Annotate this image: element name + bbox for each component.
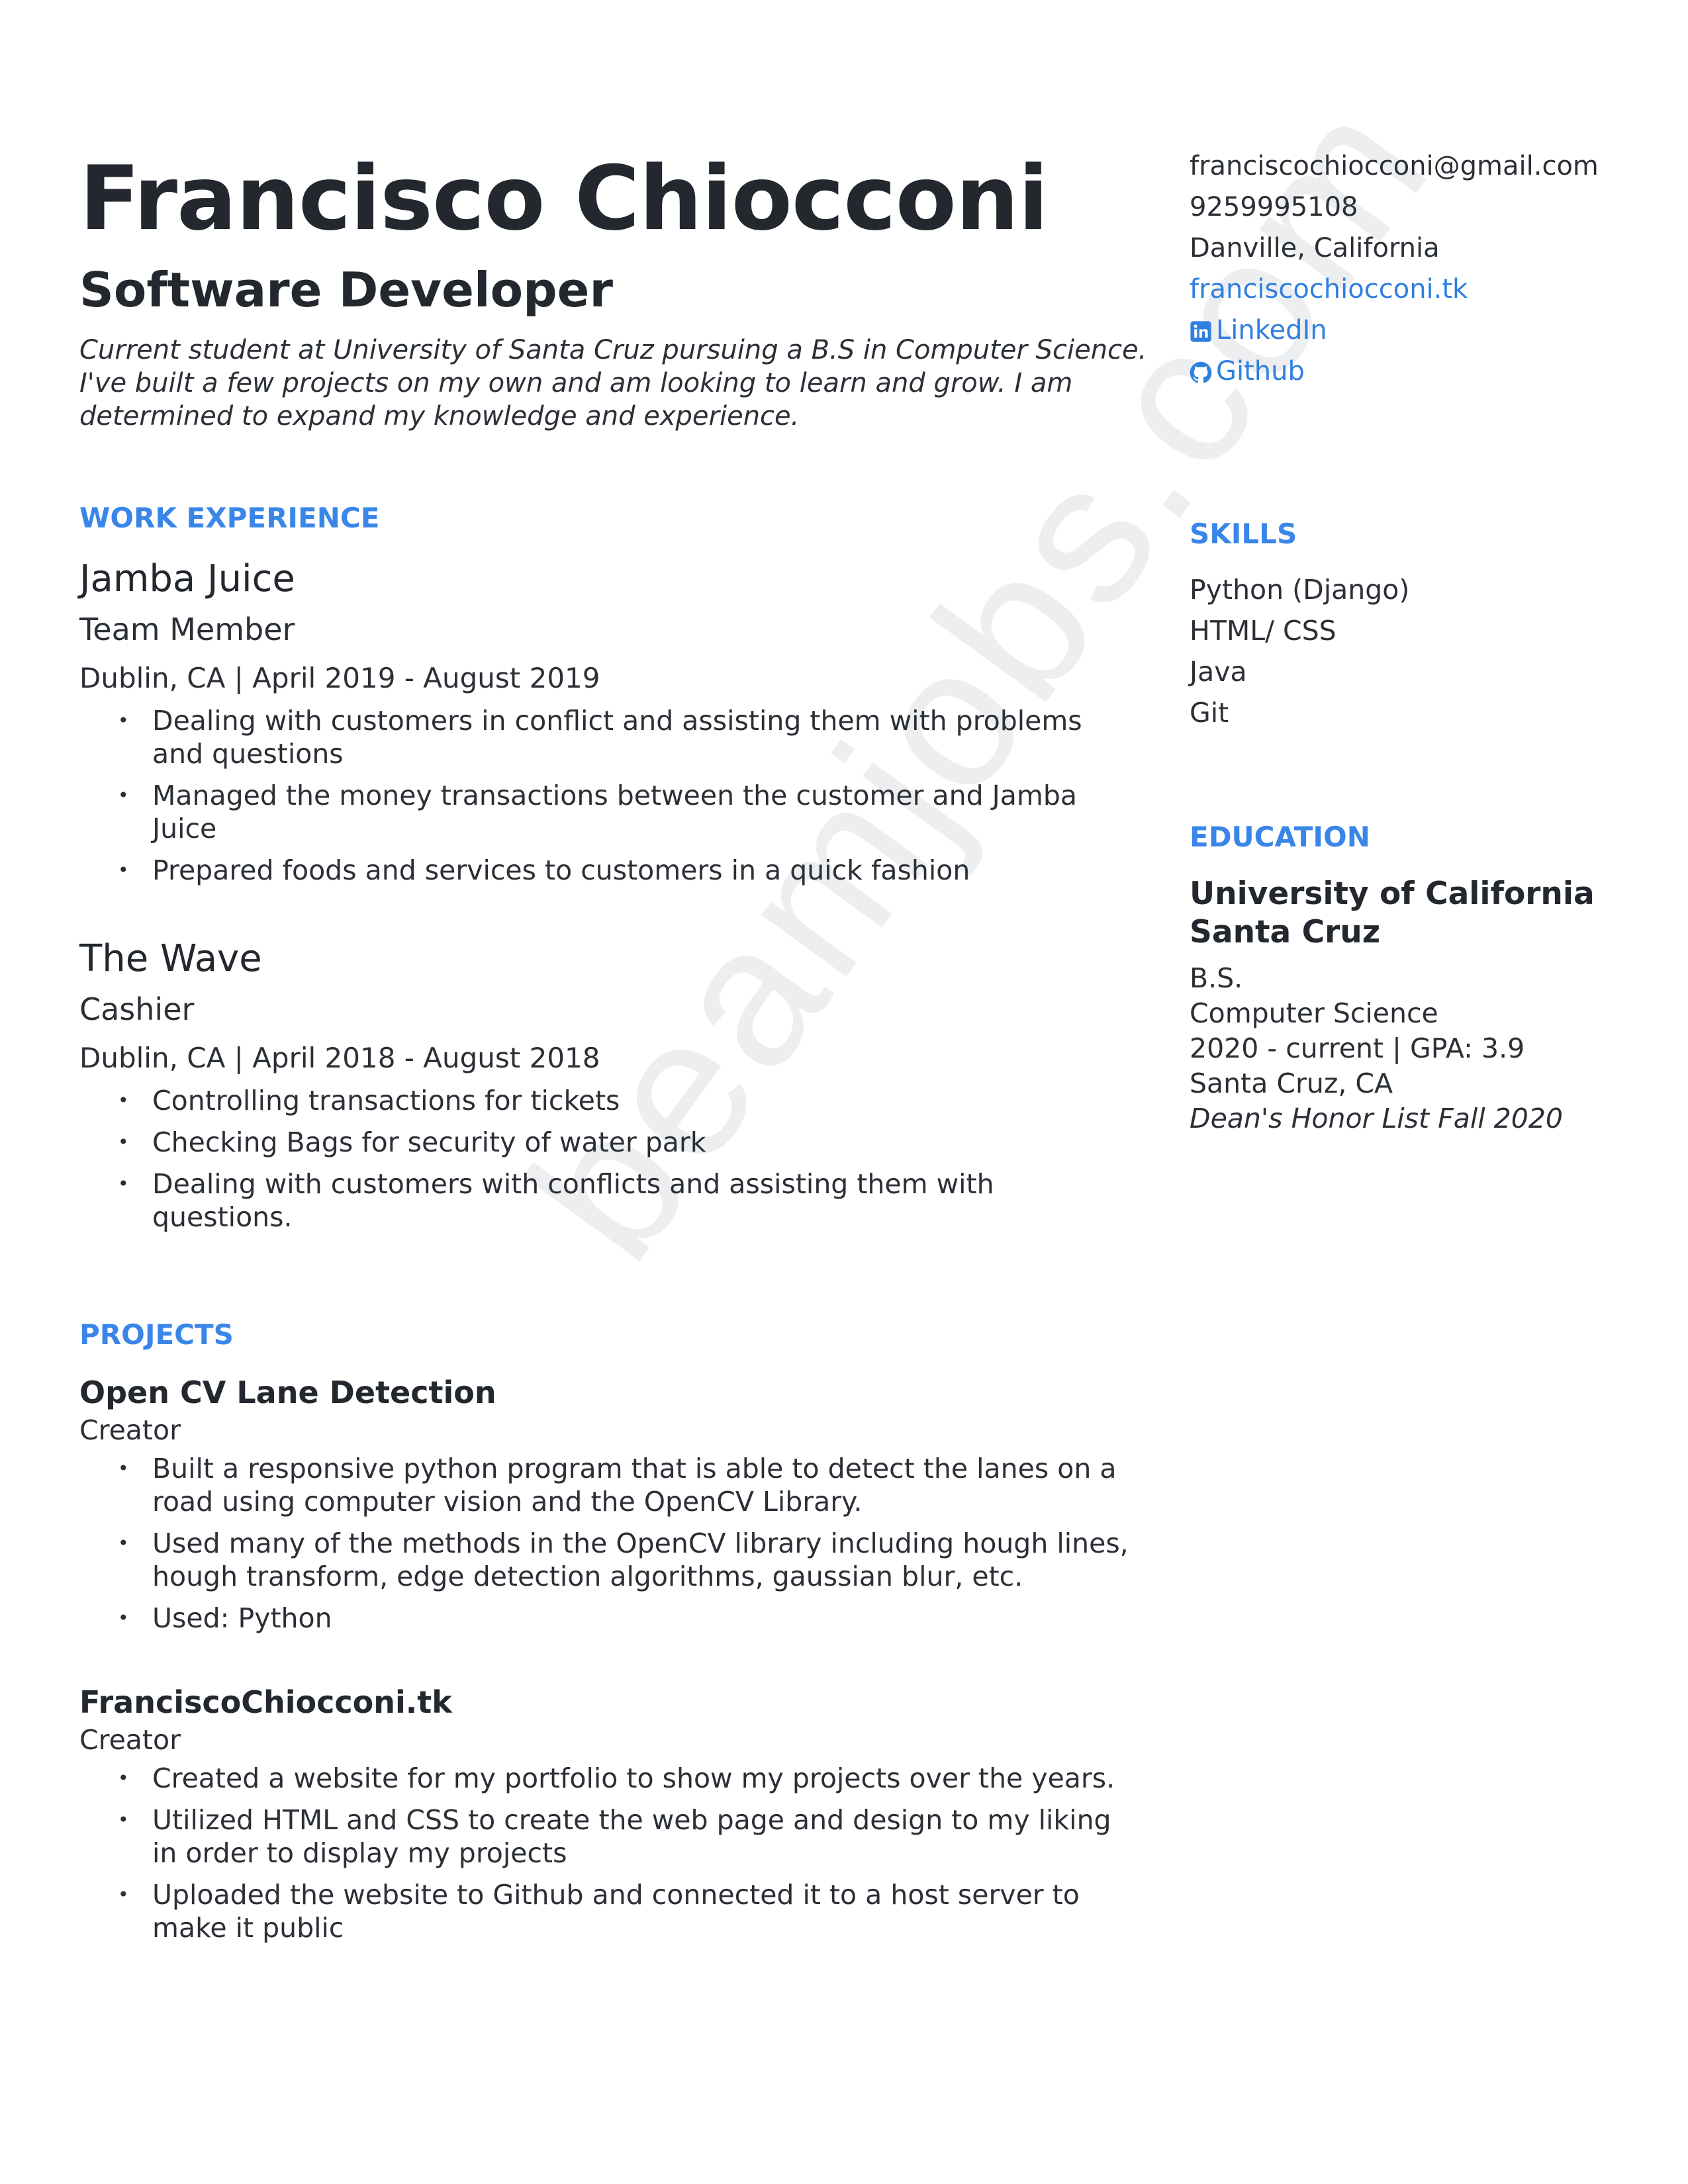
project-entry: Open CV Lane Detection Creator Built a r…	[79, 1373, 1139, 1635]
job-company: The Wave	[79, 937, 262, 980]
job-entry: Jamba Juice Team Member Dublin, CA | Apr…	[79, 556, 1139, 887]
education-school: University of California Santa Cruz	[1190, 876, 1595, 950]
education-degree: B.S.	[1190, 962, 1243, 994]
projects-heading: PROJECTS	[79, 1318, 234, 1351]
bullet-item: Created a website for my portfolio to sh…	[118, 1762, 1139, 1795]
github-icon	[1190, 361, 1212, 383]
education-heading: EDUCATION	[1190, 821, 1370, 853]
job-location-dates: Dublin, CA | April 2019 - August 2019	[79, 662, 600, 694]
resume-page: Francisco Chiocconi Software Developer C…	[0, 0, 1688, 2184]
bullet-item: Uploaded the website to Github and conne…	[118, 1878, 1139, 1944]
job-bullets: Dealing with customers in conflict and a…	[79, 704, 1139, 887]
contact-location: Danville, California	[1190, 233, 1440, 263]
project-entry: FranciscoChiocconi.tk Creator Created a …	[79, 1682, 1139, 1944]
contact-email[interactable]: franciscochiocconi@gmail.com	[1190, 146, 1599, 187]
work-experience-heading: WORK EXPERIENCE	[79, 502, 380, 534]
education-location: Santa Cruz, CA	[1190, 1068, 1393, 1099]
main-column: Francisco Chiocconi Software Developer C…	[79, 146, 1147, 1953]
job-location-dates: Dublin, CA | April 2018 - August 2018	[79, 1042, 600, 1074]
bullet-item: Prepared foods and services to customers…	[118, 854, 1139, 887]
linkedin-link[interactable]: LinkedIn	[1190, 310, 1599, 351]
education-field: Computer Science	[1190, 997, 1438, 1029]
skill-item: Java	[1190, 656, 1247, 688]
project-bullets: Created a website for my portfolio to sh…	[79, 1762, 1139, 1944]
project-title: FranciscoChiocconi.tk	[79, 1684, 452, 1720]
candidate-title: Software Developer	[79, 262, 613, 318]
bullet-item: Dealing with customers in conflict and a…	[118, 704, 1139, 770]
skills-heading: SKILLS	[1190, 518, 1297, 550]
education-dates-gpa: 2020 - current | GPA: 3.9	[1190, 1032, 1525, 1064]
bullet-item: Managed the money transactions between t…	[118, 779, 1139, 845]
contact-block: franciscochiocconi@gmail.com 9259995108 …	[1190, 146, 1599, 392]
project-title: Open CV Lane Detection	[79, 1375, 496, 1410]
linkedin-icon	[1190, 321, 1211, 342]
job-role: Team Member	[79, 612, 295, 647]
github-link[interactable]: Github	[1190, 351, 1599, 392]
github-label: Github	[1216, 356, 1305, 387]
bullet-item: Checking Bags for security of water park	[118, 1126, 1139, 1159]
work-experience-section: WORK EXPERIENCE Jamba Juice Team Member …	[79, 502, 1139, 1234]
linkedin-label: LinkedIn	[1216, 315, 1327, 345]
bullet-item: Dealing with customers with conflicts an…	[118, 1167, 1139, 1234]
bullet-item: Built a responsive python program that i…	[118, 1452, 1139, 1518]
contact-phone[interactable]: 9259995108	[1190, 187, 1599, 228]
job-company: Jamba Juice	[79, 557, 295, 600]
education-details: B.S. Computer Science 2020 - current | G…	[1190, 961, 1653, 1136]
skill-item: Git	[1190, 697, 1229, 729]
summary: Current student at University of Santa C…	[79, 335, 1147, 432]
bullet-item: Used many of the methods in the OpenCV l…	[118, 1527, 1139, 1593]
project-role: Creator	[79, 1724, 181, 1756]
candidate-name: Francisco Chiocconi	[79, 147, 1049, 250]
skills-list: Python (Django) HTML/ CSS Java Git	[1190, 569, 1653, 733]
website-link[interactable]: franciscochiocconi.tk	[1190, 269, 1599, 310]
project-role: Creator	[79, 1414, 181, 1446]
job-entry: The Wave Cashier Dublin, CA | April 2018…	[79, 936, 1139, 1234]
education-honors: Dean's Honor List Fall 2020	[1190, 1103, 1564, 1134]
job-role: Cashier	[79, 991, 195, 1027]
job-bullets: Controlling transactions for tickets Che…	[79, 1084, 1139, 1234]
projects-section: PROJECTS Open CV Lane Detection Creator …	[79, 1318, 1139, 1944]
bullet-item: Utilized HTML and CSS to create the web …	[118, 1803, 1139, 1870]
bullet-item: Used: Python	[118, 1602, 1139, 1635]
skills-section: SKILLS Python (Django) HTML/ CSS Java Gi…	[1190, 518, 1653, 733]
bullet-item: Controlling transactions for tickets	[118, 1084, 1139, 1117]
skill-item: Python (Django)	[1190, 574, 1410, 606]
skill-item: HTML/ CSS	[1190, 615, 1336, 647]
project-bullets: Built a responsive python program that i…	[79, 1452, 1139, 1635]
education-section: EDUCATION University of California Santa…	[1190, 821, 1653, 1136]
